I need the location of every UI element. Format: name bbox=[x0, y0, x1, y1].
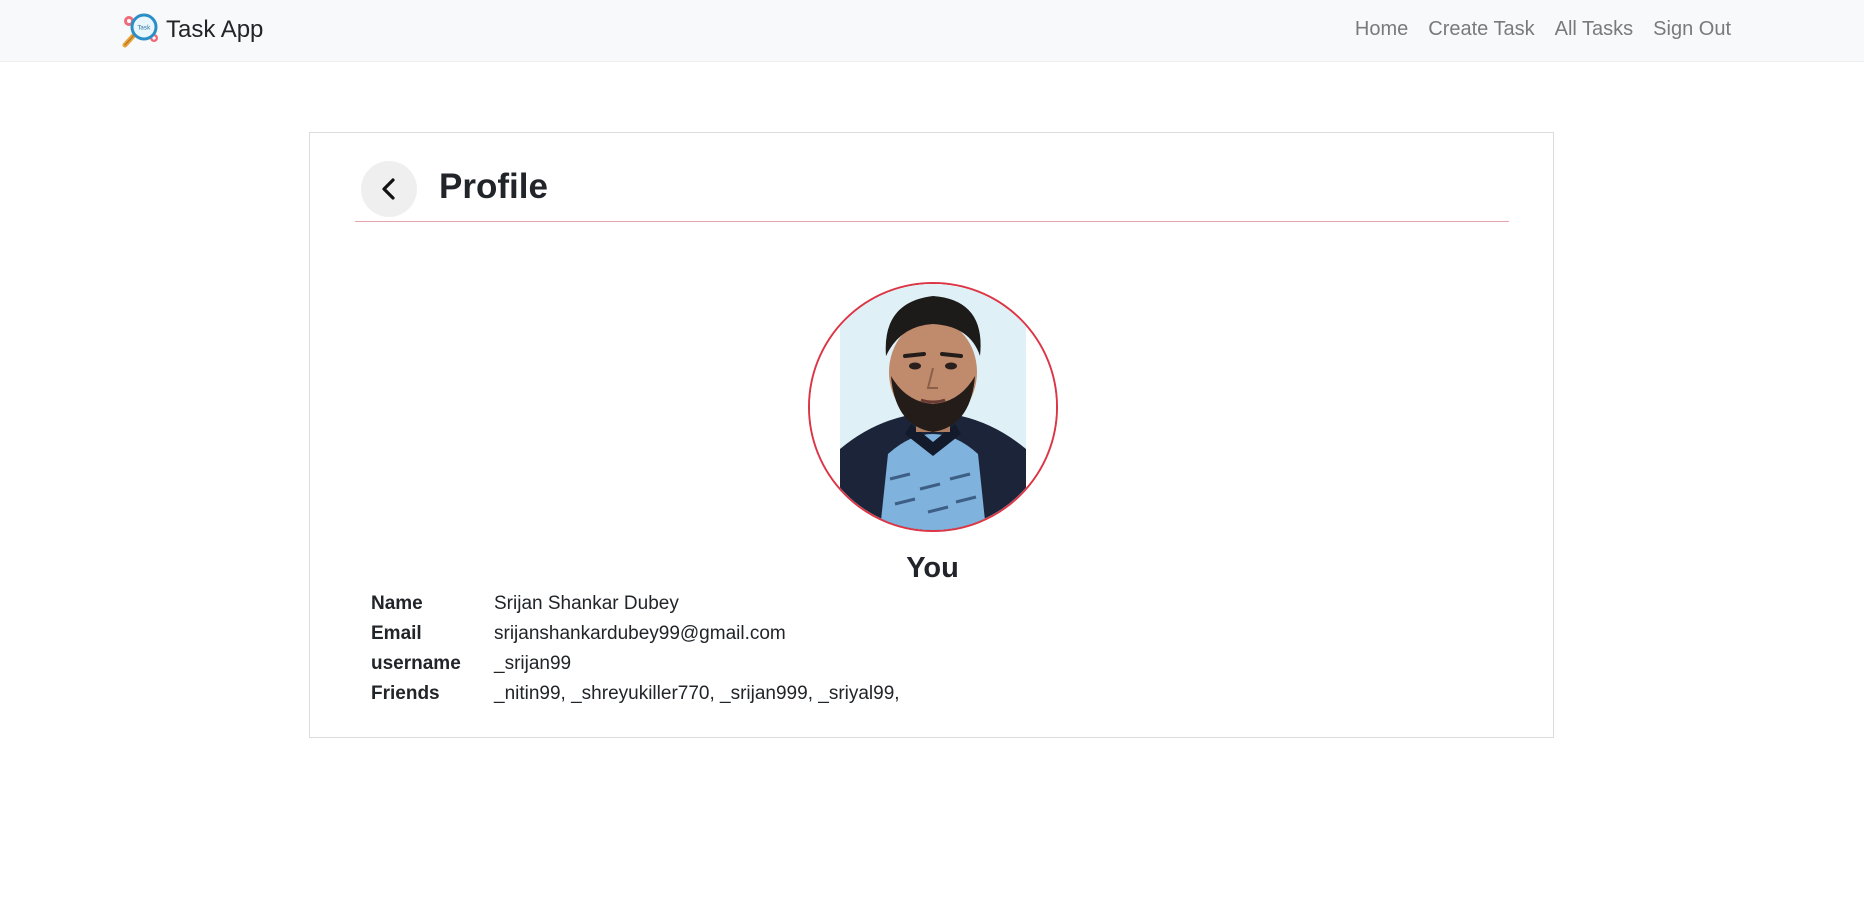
nav-home-link[interactable]: Home bbox=[1355, 14, 1408, 44]
nav-sign-out-link[interactable]: Sign Out bbox=[1653, 14, 1731, 44]
nav-links: Home Create Task All Tasks Sign Out bbox=[1355, 14, 1731, 44]
profile-photo bbox=[810, 284, 1056, 530]
task-magnifier-logo-icon: Task bbox=[122, 13, 158, 48]
detail-value: _nitin99, _shreyukiller770, _srijan999, … bbox=[494, 683, 900, 704]
nav-create-task-link[interactable]: Create Task bbox=[1428, 14, 1534, 44]
detail-label: Name bbox=[371, 593, 423, 614]
avatar bbox=[808, 282, 1058, 532]
detail-row-name: Name Srijan Shankar Dubey bbox=[371, 589, 900, 619]
profile-card: Profile You Name Srijan Shankar Dubey Em… bbox=[309, 132, 1554, 738]
detail-row-username: username _srijan99 bbox=[371, 649, 900, 679]
svg-text:Task: Task bbox=[137, 25, 151, 32]
page-title: Profile bbox=[439, 167, 548, 206]
detail-value: Srijan Shankar Dubey bbox=[494, 593, 679, 614]
detail-label: Email bbox=[371, 623, 422, 644]
chevron-left-icon bbox=[382, 178, 395, 200]
detail-value: _srijan99 bbox=[494, 653, 572, 674]
profile-details-table: Name Srijan Shankar Dubey Email srijansh… bbox=[371, 589, 900, 709]
profile-header: Profile bbox=[355, 161, 1509, 222]
back-button[interactable] bbox=[361, 161, 417, 217]
detail-value: srijanshankardubey99@gmail.com bbox=[494, 623, 786, 644]
avatar-caption: You bbox=[906, 552, 959, 584]
detail-label: username bbox=[371, 653, 461, 674]
brand-link[interactable]: Task Task App bbox=[120, 10, 263, 50]
nav-all-tasks-link[interactable]: All Tasks bbox=[1555, 14, 1634, 44]
detail-label: Friends bbox=[371, 683, 440, 704]
detail-row-email: Email srijanshankardubey99@gmail.com bbox=[371, 619, 900, 649]
brand-name: Task App bbox=[166, 16, 264, 43]
navbar: Task Task App Home Create Task All Tasks… bbox=[0, 0, 1864, 62]
detail-row-friends: Friends _nitin99, _shreyukiller770, _sri… bbox=[371, 679, 900, 709]
